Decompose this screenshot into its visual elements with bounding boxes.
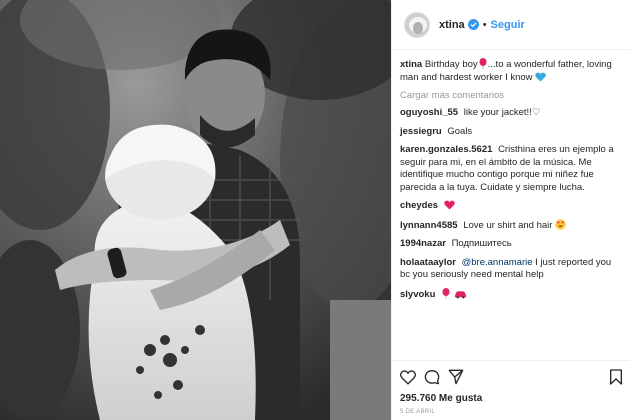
post-header: xtina • Seguir	[392, 0, 630, 50]
comment-icon[interactable]	[424, 369, 440, 385]
header-username[interactable]: xtina	[439, 19, 465, 31]
comment: karen.gonzales.5621 Cristhina eres un ej…	[400, 144, 623, 194]
comment-text: Подпишитесь	[451, 238, 512, 249]
heart-icon[interactable]	[400, 369, 416, 385]
caption-username[interactable]: xtina	[400, 59, 422, 70]
comment-username[interactable]: karen.gonzales.5621	[400, 144, 492, 155]
post-photo[interactable]	[0, 0, 391, 420]
comment: lynnann4585 Love ur shirt and hair	[400, 218, 623, 233]
red-balloon-emoji	[479, 58, 487, 69]
comment-username[interactable]: lynnann4585	[400, 220, 458, 231]
comment: slyvoku	[400, 287, 623, 302]
post-date[interactable]: 5 DE ABRIL	[400, 409, 623, 415]
comment: cheydes	[400, 200, 623, 213]
comment-username[interactable]: oguyoshi_55	[400, 107, 458, 118]
caption: xtina Birthday boy ...to a wonderful fath…	[400, 58, 623, 84]
comment-mention-link[interactable]: @bre.annamarie	[462, 257, 533, 268]
heart-eyes-emoji	[555, 218, 566, 230]
verified-badge-icon	[467, 19, 479, 30]
comments-list[interactable]: xtina Birthday boy ...to a wonderful fath…	[392, 58, 630, 358]
comment-username[interactable]: cheydes	[400, 200, 438, 211]
comment-text: like your jacket!!♡	[463, 107, 541, 118]
comment-text: Goals	[447, 125, 473, 137]
comment: holaataaylor @bre.annamarie I just repor…	[400, 257, 623, 282]
comment-username[interactable]: holaataaylor	[400, 257, 456, 268]
comment: oguyoshi_55 like your jacket!!♡	[400, 107, 623, 120]
caption-text-start: Birthday boy	[424, 59, 478, 70]
follow-button[interactable]: Seguir	[491, 19, 525, 31]
bookmark-icon[interactable]	[609, 369, 623, 385]
post-side-panel: xtina • Seguir xtina Birthday boy ...to a…	[391, 0, 630, 420]
action-icons-row	[400, 369, 623, 385]
share-icon[interactable]	[448, 369, 464, 385]
comment-text: Love ur shirt and hair	[463, 219, 553, 231]
red-car-emoji	[454, 290, 466, 298]
likes-count[interactable]: 295.760 Me gusta	[400, 393, 623, 404]
load-more-comments-link[interactable]: Cargar más comentarios	[400, 90, 623, 101]
black-and-white-embrace-photo	[0, 0, 391, 420]
comment-username[interactable]: 1994nazar	[400, 238, 446, 249]
post-actions: 295.760 Me gusta 5 DE ABRIL	[392, 360, 630, 420]
header-separator: •	[482, 18, 487, 31]
blue-heart-emoji	[535, 72, 546, 82]
comment-username[interactable]: jessiegru	[400, 126, 442, 137]
red-balloon-emoji	[442, 287, 450, 299]
red-heart-emoji	[443, 200, 455, 210]
comment: 1994nazar Подпишитесь	[400, 238, 623, 251]
comment: jessiegru Goals	[400, 126, 623, 139]
comment-username[interactable]: slyvoku	[400, 289, 435, 300]
avatar[interactable]	[404, 11, 430, 38]
